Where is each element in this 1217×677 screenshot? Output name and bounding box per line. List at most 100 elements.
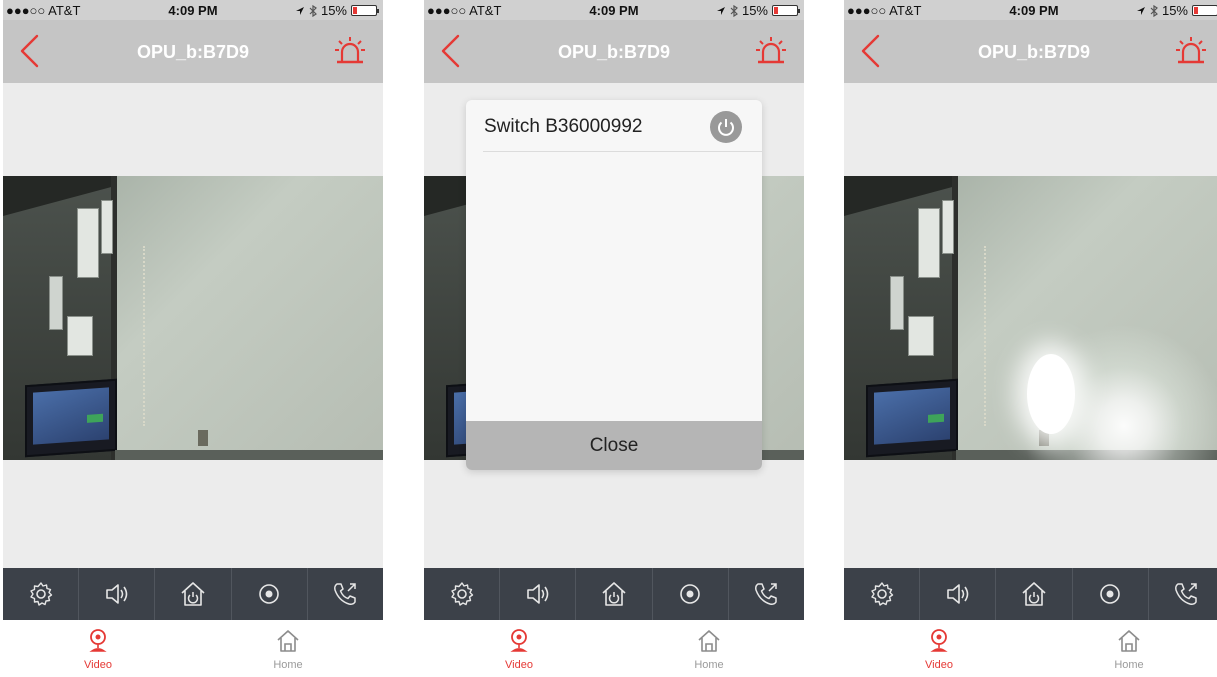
tab-label-video: Video <box>505 659 533 671</box>
camera-icon <box>510 629 528 652</box>
page-title: OPU_b:B7D9 <box>977 42 1091 62</box>
tab-label-home: Home <box>694 659 724 671</box>
phone-screen-3: ●●●○○ AT&T 4:09 PM 15% OPU_b:B7D9 Video … <box>844 0 1217 677</box>
video-cable <box>143 246 149 426</box>
speaker-icon <box>105 584 128 604</box>
phone-call-icon <box>334 583 357 605</box>
lamp-glow-core <box>1027 354 1075 434</box>
phone-screen-2: ●●●○○ AT&T 4:09 PM 15% OPU_b:B7D9 Video … <box>424 0 804 677</box>
gear-icon <box>450 582 473 606</box>
tab-home[interactable]: Home <box>614 620 804 677</box>
tab-label-home: Home <box>273 659 303 671</box>
battery-icon <box>772 5 800 16</box>
settings-button[interactable] <box>424 568 501 620</box>
battery-icon <box>1192 5 1217 16</box>
status-right: 15% <box>1136 3 1217 18</box>
tab-bar: Video Home <box>844 620 1217 677</box>
control-bar <box>844 568 1217 620</box>
video-poster <box>942 200 954 254</box>
location-arrow-icon <box>1136 6 1145 15</box>
status-right: 15% <box>716 3 800 18</box>
call-button[interactable] <box>308 568 383 620</box>
video-laptop <box>866 378 958 458</box>
battery-percent: 15% <box>741 3 768 18</box>
tab-label-video: Video <box>84 659 112 671</box>
camera-icon <box>89 629 107 652</box>
video-charger <box>49 276 63 330</box>
tab-bar: Video Home <box>424 620 804 677</box>
page-title: OPU_b:B7D9 <box>557 42 671 62</box>
tab-label-home: Home <box>1114 659 1144 671</box>
home-switch-button[interactable] <box>996 568 1073 620</box>
control-bar <box>424 568 804 620</box>
bluetooth-icon <box>1150 4 1158 17</box>
tab-label-video: Video <box>925 659 953 671</box>
nav-bar: OPU_b:B7D9 <box>3 20 383 83</box>
record-icon <box>680 584 701 604</box>
status-bar: ●●●○○ AT&T 4:09 PM 15% <box>844 0 1217 20</box>
speaker-button[interactable] <box>920 568 997 620</box>
video-feed[interactable] <box>844 176 1217 460</box>
bluetooth-icon <box>730 4 738 17</box>
call-button[interactable] <box>729 568 804 620</box>
switch-dialog: Switch B36000992 Close <box>466 100 762 470</box>
siren-icon[interactable] <box>333 35 367 67</box>
settings-button[interactable] <box>3 568 80 620</box>
location-arrow-icon <box>295 6 304 15</box>
phone-call-icon <box>755 583 778 605</box>
siren-icon[interactable] <box>754 35 788 67</box>
speaker-icon <box>946 584 969 604</box>
switch-name: Switch B36000992 <box>484 116 643 137</box>
status-bar: ●●●○○ AT&T 4:09 PM 15% <box>3 0 383 20</box>
close-button[interactable]: Close <box>466 421 762 470</box>
power-icon <box>718 119 734 136</box>
video-poster <box>67 316 93 356</box>
video-floor <box>115 450 383 460</box>
nav-bar: OPU_b:B7D9 <box>424 20 804 83</box>
record-button[interactable] <box>653 568 729 620</box>
camera-icon <box>930 629 948 652</box>
battery-percent: 15% <box>1161 3 1188 18</box>
record-icon <box>259 584 280 604</box>
record-icon <box>1100 584 1121 604</box>
home-switch-button[interactable] <box>155 568 232 620</box>
nav-bar: OPU_b:B7D9 <box>844 20 1217 83</box>
tab-video[interactable]: Video <box>844 620 1034 677</box>
phone-call-icon <box>1175 583 1198 605</box>
page-title: OPU_b:B7D9 <box>136 42 250 62</box>
tab-home[interactable]: Home <box>193 620 383 677</box>
speaker-icon <box>526 584 549 604</box>
tab-video[interactable]: Video <box>424 620 614 677</box>
video-charger <box>890 276 904 330</box>
video-socket <box>198 430 208 446</box>
video-cable <box>984 246 990 426</box>
record-button[interactable] <box>1073 568 1149 620</box>
video-poster <box>918 208 940 278</box>
speaker-button[interactable] <box>79 568 156 620</box>
home-power-icon <box>181 582 205 606</box>
gear-icon <box>870 582 893 606</box>
tab-home[interactable]: Home <box>1034 620 1217 677</box>
home-icon <box>277 630 299 652</box>
status-right: 15% <box>295 3 379 18</box>
call-button[interactable] <box>1149 568 1217 620</box>
bluetooth-icon <box>309 4 317 17</box>
gear-icon <box>29 582 52 606</box>
settings-button[interactable] <box>844 568 921 620</box>
home-icon <box>698 630 720 652</box>
battery-icon <box>351 5 379 16</box>
siren-icon[interactable] <box>1174 35 1208 67</box>
power-toggle-button[interactable] <box>710 111 742 143</box>
record-button[interactable] <box>232 568 308 620</box>
video-poster <box>101 200 113 254</box>
video-feed[interactable] <box>3 176 383 460</box>
home-power-icon <box>1022 582 1046 606</box>
control-bar <box>3 568 383 620</box>
speaker-button[interactable] <box>500 568 577 620</box>
phone-screen-1: ●●●○○ AT&T 4:09 PM 15% OPU_b:B7D9 Video … <box>3 0 383 677</box>
switch-row[interactable]: Switch B36000992 <box>483 100 762 152</box>
home-power-icon <box>602 582 626 606</box>
home-switch-button[interactable] <box>576 568 653 620</box>
status-bar: ●●●○○ AT&T 4:09 PM 15% <box>424 0 804 20</box>
tab-video[interactable]: Video <box>3 620 193 677</box>
